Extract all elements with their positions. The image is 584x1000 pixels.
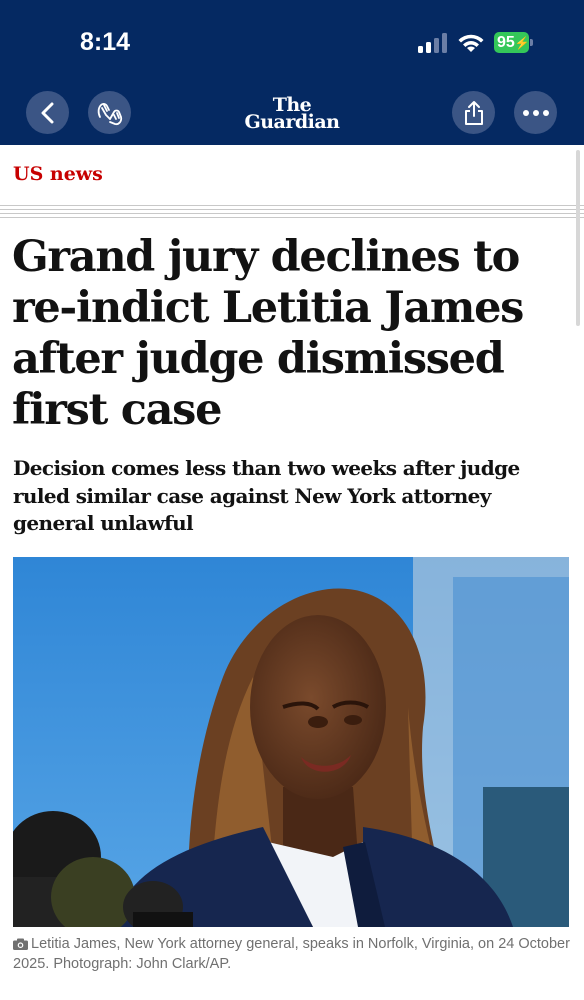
more-button[interactable] bbox=[514, 91, 557, 134]
caption-text: Letitia James, New York attorney general… bbox=[13, 936, 570, 972]
standfirst: Decision comes less than two weeks after… bbox=[13, 456, 520, 535]
battery-icon: 95⚡ bbox=[494, 32, 533, 53]
guardian-logo[interactable]: The Guardian bbox=[240, 96, 344, 132]
portrait-image bbox=[13, 557, 569, 927]
camera-icon bbox=[13, 938, 28, 950]
battery-level: 95 bbox=[497, 34, 515, 51]
headline: Grand jury declines to re-indict Letitia… bbox=[12, 232, 524, 435]
share-icon bbox=[464, 100, 483, 125]
hands-icon bbox=[97, 102, 122, 125]
logo-line-2: Guardian bbox=[244, 111, 341, 133]
status-time: 8:14 bbox=[80, 28, 131, 56]
article-photo[interactable] bbox=[13, 557, 569, 927]
app-header: 8:14 95⚡ The Guardian bbox=[0, 0, 584, 145]
scrollbar[interactable] bbox=[576, 150, 580, 326]
community-button[interactable] bbox=[88, 91, 131, 134]
cellular-signal-icon bbox=[418, 33, 448, 53]
back-button[interactable] bbox=[26, 91, 69, 134]
ellipsis-icon bbox=[522, 109, 549, 116]
wifi-icon bbox=[458, 34, 484, 52]
section-divider bbox=[0, 205, 584, 219]
chevron-left-icon bbox=[41, 102, 53, 123]
photo-caption: Letitia James, New York attorney general… bbox=[13, 934, 573, 974]
share-button[interactable] bbox=[452, 91, 495, 134]
section-link[interactable]: US news bbox=[13, 163, 103, 185]
